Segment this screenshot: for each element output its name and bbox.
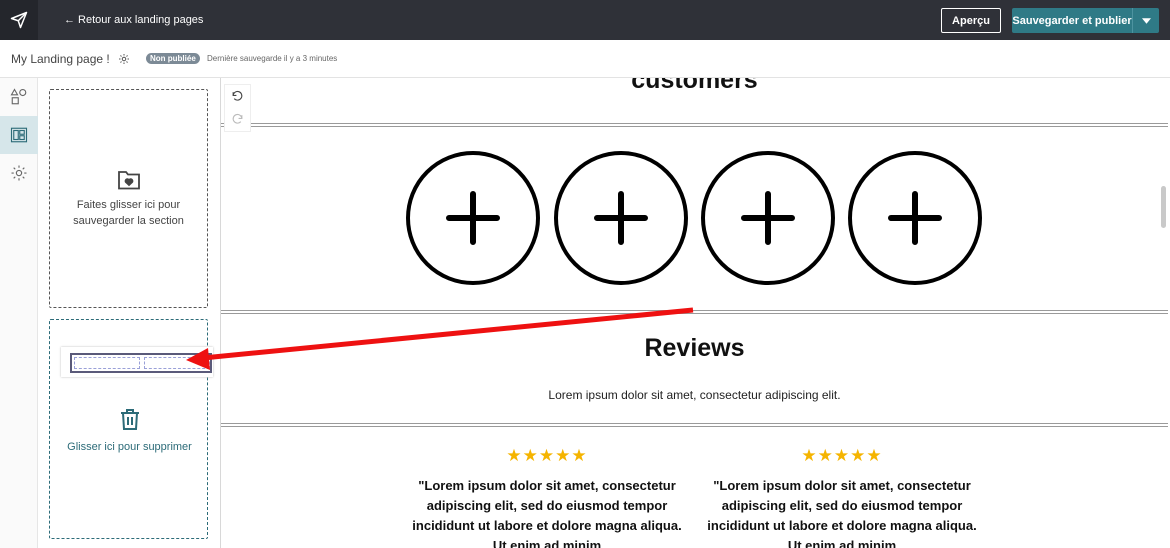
send-icon <box>10 11 28 29</box>
page-canvas[interactable]: customers Reviews Lorem ipsum dolor sit … <box>221 78 1168 548</box>
section-divider <box>221 310 1168 314</box>
logo-button[interactable] <box>0 0 38 40</box>
top-bar: ← Retour aux landing pages Aperçu Sauveg… <box>0 0 1170 40</box>
settings-icon <box>11 165 27 181</box>
settings-icon <box>119 54 129 64</box>
undo-icon[interactable] <box>231 90 244 103</box>
history-controls <box>224 84 251 132</box>
elements-tab[interactable] <box>0 78 38 116</box>
save-and-publish-button[interactable]: Sauvegarder et publier <box>1012 8 1132 33</box>
left-toolbar <box>0 78 38 548</box>
star-rating: ★★★★★ <box>801 446 883 465</box>
section-divider <box>221 423 1168 427</box>
page-title[interactable]: My Landing page ! <box>11 52 110 66</box>
chevron-down-icon <box>1141 17 1151 24</box>
last-save-text: Dernière sauvegarde il y a 3 minutes <box>207 54 338 63</box>
sections-tab[interactable] <box>0 116 38 154</box>
plus-circle-icon[interactable] <box>553 150 689 286</box>
shapes-icon <box>10 88 27 105</box>
page-header: My Landing page ! Non publiée Dernière s… <box>0 40 1170 78</box>
review-quote: "Lorem ipsum dolor sit amet, consectetur… <box>707 478 977 548</box>
review-card[interactable]: ★★★★★ "Lorem ipsum dolor sit amet, conse… <box>707 446 977 548</box>
sections-panel: Faites glisser ici pour sauvegarder la s… <box>38 78 221 548</box>
status-badge: Non publiée <box>146 53 200 64</box>
dragged-section-preview[interactable] <box>61 347 213 377</box>
column-placeholder <box>74 357 140 369</box>
save-options-dropdown[interactable] <box>1132 8 1159 33</box>
save-section-text: Faites glisser ici pour sauvegarder la s… <box>73 198 184 227</box>
layout-icon <box>10 127 28 143</box>
reviews-subtitle[interactable]: Lorem ipsum dolor sit amet, consectetur … <box>221 388 1168 402</box>
reviews-title[interactable]: Reviews <box>221 334 1168 363</box>
back-to-landing-pages-link[interactable]: ← Retour aux landing pages <box>64 0 203 40</box>
folder-heart-icon <box>117 170 140 189</box>
canvas-scrollbar[interactable] <box>1161 186 1166 228</box>
section-heading[interactable]: customers <box>221 78 1168 95</box>
plus-circle-icon[interactable] <box>847 150 983 286</box>
preview-button[interactable]: Aperçu <box>941 8 1001 33</box>
plus-circle-icon[interactable] <box>405 150 541 286</box>
section-thumbnail <box>70 353 212 373</box>
plus-circle-icon[interactable] <box>700 150 836 286</box>
redo-icon[interactable] <box>231 113 244 126</box>
settings-tab[interactable] <box>0 154 38 192</box>
review-quote: "Lorem ipsum dolor sit amet, consectetur… <box>412 478 682 548</box>
save-section-dropzone[interactable]: Faites glisser ici pour sauvegarder la s… <box>49 89 208 308</box>
review-card[interactable]: ★★★★★ "Lorem ipsum dolor sit amet, conse… <box>412 446 682 548</box>
column-placeholder <box>144 357 210 369</box>
delete-zone-text: Glisser ici pour supprimer <box>67 441 192 453</box>
page-settings-button[interactable] <box>118 52 130 70</box>
trash-icon <box>120 409 139 430</box>
star-rating: ★★★★★ <box>506 446 588 465</box>
section-divider <box>221 123 1168 127</box>
icon-row <box>221 150 1168 286</box>
